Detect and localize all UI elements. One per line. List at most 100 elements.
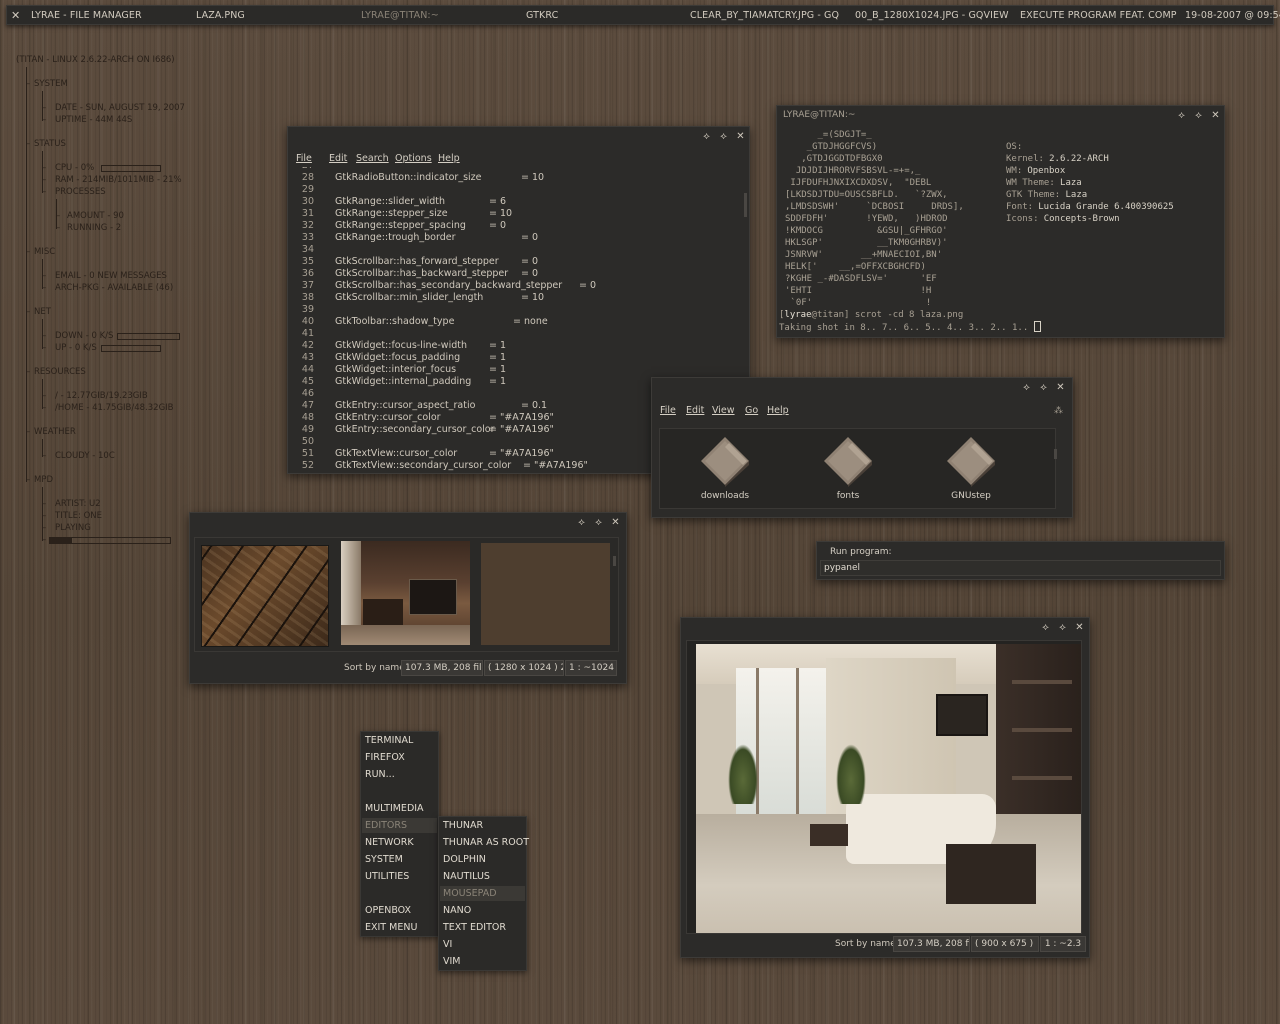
code-value: = 10 — [521, 172, 545, 183]
sticky-icon[interactable]: ⟡ — [576, 517, 587, 528]
line-number: 38 — [301, 292, 314, 303]
taskbar-item-gtkrc[interactable]: GTKRC — [526, 10, 558, 21]
sort-by-name-button[interactable]: Sort by name — [835, 939, 896, 949]
menu-item-dolphin[interactable]: DOLPHIN — [443, 854, 486, 865]
line-number: 44 — [301, 364, 314, 375]
ascii-art-line: SDDFDFH' !YEWD, )HDROD — [785, 214, 948, 224]
line-number: 37 — [301, 280, 314, 291]
taskbar-item-laza-png[interactable]: LAZA.PNG — [196, 10, 245, 21]
sticky-icon[interactable]: ⟡ — [1176, 110, 1187, 121]
sysinfo-value: Laza — [1065, 190, 1088, 200]
run-program-input[interactable]: pypanel — [820, 560, 1221, 576]
code-line: 29 — [294, 184, 734, 196]
maximize-icon[interactable]: ⟡ — [718, 131, 729, 142]
taskbar-item-gq-clear[interactable]: CLEAR_BY_TIAMATCRY.JPG - GQ — [690, 10, 839, 21]
maximize-icon[interactable]: ⟡ — [1057, 622, 1068, 633]
menu-item-thunar-as-root[interactable]: THUNAR AS ROOT — [443, 837, 529, 848]
menu-file[interactable]: File — [296, 153, 312, 164]
thumbnail-scrollbar[interactable] — [613, 556, 616, 566]
menu-help[interactable]: Help — [438, 153, 460, 164]
close-icon[interactable]: ✕ — [1055, 382, 1066, 393]
code-value: = "#A7A196" — [523, 460, 588, 471]
ascii-art-line: 'EHTI !H — [785, 286, 932, 296]
taskbar-item-gqview[interactable]: 00_B_1280X1024.JPG - GQVIEW — [855, 10, 1009, 21]
menu-item-openbox[interactable]: OPENBOX — [365, 905, 411, 916]
code-key: GtkWidget::focus-line-width — [335, 340, 467, 351]
conky-mpd-artist: ARTIST: U2 — [55, 499, 101, 509]
menu-item-thunar[interactable]: THUNAR — [443, 820, 483, 831]
folder-downloads[interactable]: downloads — [690, 435, 760, 501]
taskbar-item-terminal[interactable]: LYRAE@TITAN:~ — [361, 10, 439, 21]
editor-scrollbar[interactable] — [744, 193, 747, 217]
ascii-art-line: IJFDUFHJNXIXCDXDSV, "DEBL — [785, 178, 932, 188]
menu-view[interactable]: View — [712, 405, 735, 416]
menu-item-text-editor[interactable]: TEXT EDITOR — [443, 922, 506, 933]
close-icon[interactable]: ✕ — [735, 131, 746, 142]
editors-submenu: THUNAR THUNAR AS ROOT DOLPHIN NAUTILUS MOUSE… — [438, 816, 529, 971]
sysinfo-key: Font: — [1006, 202, 1034, 212]
menu-item-vim[interactable]: VIM — [443, 956, 461, 967]
filemanager-menubar: File Edit View Go Help — [660, 405, 860, 419]
folder-icon — [947, 437, 995, 487]
sysinfo-value: Openbox — [1027, 166, 1066, 176]
living-room-photo[interactable] — [696, 644, 1081, 933]
menu-item-terminal[interactable]: TERMINAL — [365, 735, 413, 746]
close-icon[interactable]: ✕ — [1210, 110, 1221, 121]
taskbar-item-file-manager[interactable]: LYRAE - FILE MANAGER — [31, 10, 142, 21]
menu-item-vi[interactable]: VI — [443, 939, 452, 950]
maximize-icon[interactable]: ⟡ — [1038, 382, 1049, 393]
menu-item-exit-menu[interactable]: EXIT MENU — [365, 922, 417, 933]
code-value: = "#A7A196" — [489, 412, 554, 423]
sort-by-name-button[interactable]: Sort by name — [344, 663, 405, 673]
close-icon[interactable]: ✕ — [11, 9, 20, 22]
sticky-icon[interactable]: ⟡ — [1021, 382, 1032, 393]
menu-item-nano[interactable]: NANO — [443, 905, 471, 916]
image-view[interactable] — [686, 640, 1082, 934]
folder-view-scrollbar[interactable] — [1054, 449, 1057, 459]
menu-options[interactable]: Options — [395, 153, 432, 164]
maximize-icon[interactable]: ⟡ — [593, 517, 604, 528]
line-number: 43 — [301, 352, 314, 363]
menu-item-utilities[interactable]: UTILITIES — [365, 871, 409, 882]
code-line: 33 GtkRange::trough_border = 0 — [294, 232, 734, 244]
folder-fonts[interactable]: fonts — [813, 435, 883, 501]
menu-edit[interactable]: Edit — [329, 153, 347, 164]
close-icon[interactable]: ✕ — [610, 517, 621, 528]
menu-file[interactable]: File — [660, 405, 676, 416]
line-number: 50 — [301, 436, 314, 447]
menu-item-multimedia[interactable]: MULTIMEDIA — [365, 803, 424, 814]
menu-item-network[interactable]: NETWORK — [365, 837, 414, 848]
line-number: 34 — [301, 244, 314, 255]
terminal-cursor — [1033, 321, 1041, 332]
conky-system-monitor: (TITAN - LINUX 2.6.22-ARCH ON I686) – SYS… — [16, 55, 185, 545]
menu-item-nautilus[interactable]: NAUTILUS — [443, 871, 490, 882]
ascii-art-line: ,LMDSDSWH' `DCBOSI DRDS], — [785, 202, 964, 212]
terminal-command: scrot -cd 8 laza.png — [854, 310, 964, 320]
menu-item-system[interactable]: SYSTEM — [365, 854, 403, 865]
maximize-icon[interactable]: ⟡ — [1193, 110, 1204, 121]
sticky-icon[interactable]: ⟡ — [1040, 622, 1051, 633]
menu-search[interactable]: Search — [356, 153, 389, 164]
code-key: GtkRange::slider_width — [335, 196, 446, 207]
top-panel: ✕ LYRAE - FILE MANAGER LAZA.PNG LYRAE@TI… — [6, 5, 1280, 25]
thumbnail-wood-floor[interactable] — [201, 545, 329, 647]
menu-item-run[interactable]: RUN... — [365, 769, 395, 780]
prompt-host: titan — [816, 310, 845, 320]
thumbnail-grid[interactable] — [194, 537, 619, 652]
close-icon[interactable]: ✕ — [1074, 622, 1085, 633]
menu-go[interactable]: Go — [745, 405, 758, 416]
thumbnail-brown[interactable] — [481, 543, 610, 645]
folder-view[interactable]: downloads fonts GNUstep — [659, 428, 1057, 509]
taskbar-item-execute-program[interactable]: EXECUTE PROGRAM FEAT. COMP — [1020, 10, 1177, 21]
thumbnail-interior[interactable] — [341, 541, 470, 645]
menu-item-mousepad[interactable]: MOUSEPAD — [440, 886, 525, 901]
menu-edit[interactable]: Edit — [686, 405, 704, 416]
sticky-icon[interactable]: ⟡ — [701, 131, 712, 142]
ascii-art-line: !KMDOCG &GSU|_GFHRGO' — [785, 226, 948, 236]
code-line: 28 GtkRadioButton::indicator_size = 10 — [294, 172, 734, 184]
menu-item-firefox[interactable]: FIREFOX — [365, 752, 405, 763]
folder-gnustep[interactable]: GNUstep — [936, 435, 1006, 501]
menu-item-editors[interactable]: EDITORS — [362, 818, 437, 833]
conky-resources-heading: RESOURCES — [34, 367, 86, 377]
menu-help[interactable]: Help — [767, 405, 789, 416]
